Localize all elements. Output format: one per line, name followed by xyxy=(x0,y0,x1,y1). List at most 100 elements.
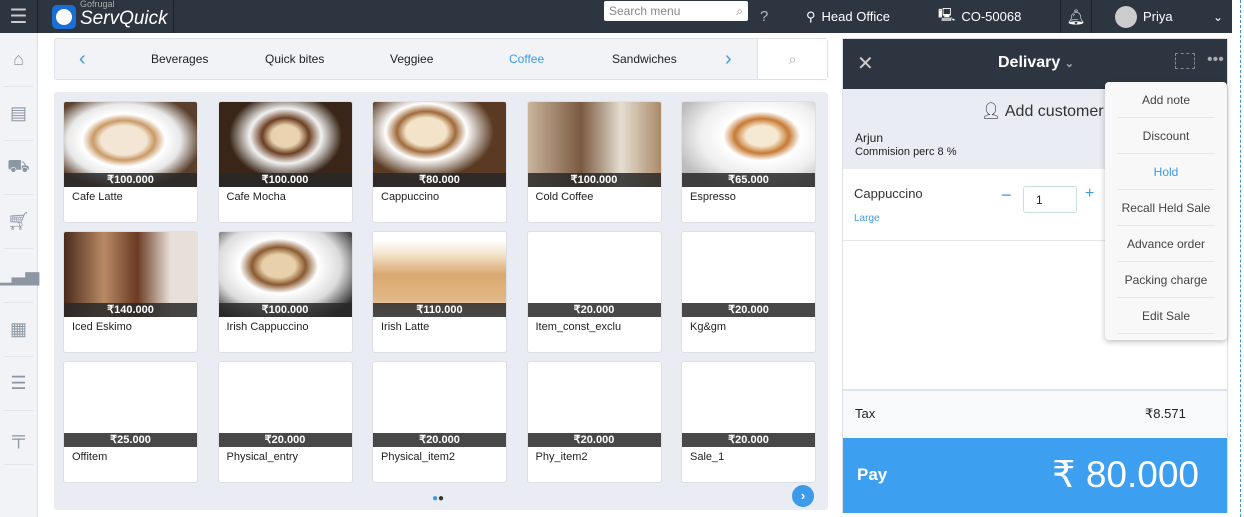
add-customer-label: Add customer xyxy=(1004,103,1104,120)
more-options-icon[interactable]: ••• xyxy=(1207,51,1224,69)
calculator-icon[interactable]: ▦ xyxy=(4,303,33,357)
line-item-name: Cappuccino xyxy=(854,186,923,201)
product-name: Sale_1 xyxy=(690,451,725,463)
tab-sandwiches[interactable]: Sandwiches xyxy=(612,52,677,66)
avatar xyxy=(1115,5,1137,28)
menu-item-advance-order[interactable]: Advance order xyxy=(1117,226,1215,262)
product-name: Cappuccino xyxy=(381,191,440,203)
product-price: ₹110.000 xyxy=(373,303,506,317)
decrease-qty-button[interactable]: − xyxy=(1001,185,1012,206)
cart-icon[interactable]: 🛒︎ xyxy=(4,195,33,249)
product-name: Phy_item2 xyxy=(535,451,588,463)
product-price: ₹20.000 xyxy=(373,433,506,447)
product-card[interactable]: ₹20.000 Physical_item2 xyxy=(372,361,507,483)
product-card[interactable]: ₹80.000 Cappuccino xyxy=(372,101,507,223)
commission-text: Commision perc 8 % xyxy=(855,146,957,158)
product-name: Irish Cappuccino xyxy=(226,321,309,333)
product-name: Physical_entry xyxy=(226,451,299,463)
counter-selector[interactable]: 🖳 CO-50068 xyxy=(938,0,1021,33)
search-icon[interactable]: ⌕ xyxy=(757,39,827,79)
increase-qty-button[interactable]: + xyxy=(1085,185,1094,203)
menu-item-add-note[interactable]: Add note xyxy=(1117,82,1215,118)
menu-item-edit-sale[interactable]: Edit Sale xyxy=(1117,298,1215,334)
pay-label: Pay xyxy=(857,465,888,484)
product-card[interactable]: ₹65.000 Espresso xyxy=(681,101,816,223)
product-name: Kg&gm xyxy=(690,321,727,333)
product-name: Offitem xyxy=(72,451,108,463)
hamburger-menu-icon[interactable]: ☰ xyxy=(0,0,38,33)
product-card[interactable]: ₹20.000 Sale_1 xyxy=(681,361,816,483)
table-icon[interactable]: ╤ xyxy=(4,411,33,465)
product-price: ₹100.000 xyxy=(218,303,352,317)
product-price: ₹25.000 xyxy=(64,433,197,447)
product-price: ₹20.000 xyxy=(527,303,661,317)
barcode-scan-icon[interactable] xyxy=(1175,53,1195,69)
tab-quick-bites[interactable]: Quick bites xyxy=(265,52,324,66)
product-card[interactable]: ₹140.000 Iced Eskimo xyxy=(63,231,198,353)
user-add-icon: 👤︎ xyxy=(981,103,1002,120)
brand-name: ServQuick xyxy=(80,7,168,29)
next-page-button[interactable]: › xyxy=(792,485,814,507)
search-placeholder: Search menu xyxy=(609,4,681,18)
tab-beverages[interactable]: Beverages xyxy=(151,52,208,66)
more-options-menu: Add note Discount Hold Recall Held Sale … xyxy=(1105,82,1227,340)
product-name: Iced Eskimo xyxy=(72,321,132,333)
logo: Gofrugal ServQuick xyxy=(52,0,174,33)
close-icon[interactable]: ✕ xyxy=(857,51,874,76)
tab-coffee[interactable]: Coffee xyxy=(509,52,544,66)
product-name: Physical_item2 xyxy=(381,451,455,463)
line-item-variant[interactable]: Large xyxy=(854,213,880,224)
product-card[interactable]: ₹100.000 Cafe Mocha xyxy=(217,101,353,223)
product-card[interactable]: ₹100.000 Cafe Latte xyxy=(63,101,198,223)
product-name: Cold Coffee xyxy=(535,191,594,203)
orders-icon[interactable]: ▤ xyxy=(4,87,33,141)
product-card[interactable]: ₹100.000 Cold Coffee xyxy=(526,101,662,223)
product-card[interactable]: ₹20.000 Physical_entry xyxy=(217,361,353,483)
product-price: ₹100.000 xyxy=(218,173,352,187)
order-type-dropdown[interactable]: Delivary ⌄ xyxy=(998,54,1074,72)
menu-item-packing-charge[interactable]: Packing charge xyxy=(1117,262,1215,298)
product-card[interactable]: ₹20.000 Item_const_exclu xyxy=(526,231,662,353)
product-price: ₹20.000 xyxy=(218,433,352,447)
add-customer-button[interactable]: 👤︎ Add customer xyxy=(981,101,1104,121)
tax-label: Tax xyxy=(855,406,876,421)
bell-icon[interactable]: 🔔︎ xyxy=(1060,0,1092,33)
chevron-down-icon[interactable]: ⌄ xyxy=(1213,0,1223,33)
product-card[interactable]: ₹20.000 Kg&gm xyxy=(681,231,816,353)
product-card[interactable]: ₹25.000 Offitem xyxy=(63,361,198,483)
product-card[interactable]: ₹110.000 Irish Latte xyxy=(372,231,507,353)
product-price: ₹20.000 xyxy=(527,433,661,447)
search-menu-input[interactable]: Search menu ⌕ xyxy=(604,1,748,21)
user-menu[interactable]: Priya xyxy=(1115,0,1173,33)
customer-name: Arjun xyxy=(855,131,884,145)
divider xyxy=(1240,0,1241,517)
product-name: Irish Latte xyxy=(381,321,430,333)
reports-icon[interactable]: ▁▃▅ xyxy=(0,249,39,303)
help-icon[interactable]: ? xyxy=(760,0,768,33)
home-icon[interactable]: ⌂ xyxy=(4,33,33,87)
product-price: ₹65.000 xyxy=(682,173,815,187)
settings-sliders-icon[interactable]: ☰ xyxy=(4,357,33,411)
chevron-left-icon[interactable]: ‹ xyxy=(79,48,86,71)
sidebar: ⌂ ▤ ⛟ 🛒︎ ▁▃▅ ▦ ☰ ╤ xyxy=(0,33,39,517)
product-price: ₹100.000 xyxy=(527,173,661,187)
order-type-label: Delivary xyxy=(998,54,1061,71)
product-price: ₹20.000 xyxy=(682,303,815,317)
page-dots[interactable]: ●● xyxy=(432,493,444,504)
product-price: ₹100.000 xyxy=(64,173,197,187)
menu-item-discount[interactable]: Discount xyxy=(1117,118,1215,154)
pay-button[interactable]: Pay ₹ 80.000 xyxy=(843,438,1227,513)
menu-item-hold[interactable]: Hold xyxy=(1117,154,1215,190)
tab-veggiee[interactable]: Veggiee xyxy=(390,52,433,66)
product-card[interactable]: ₹100.000 Irish Cappuccino xyxy=(217,231,353,353)
quantity-input[interactable]: 1 xyxy=(1023,186,1077,213)
menu-item-recall-held-sale[interactable]: Recall Held Sale xyxy=(1117,190,1215,226)
category-bar: ‹ Beverages Quick bites Veggiee Coffee S… xyxy=(54,38,828,80)
product-name: Cafe Mocha xyxy=(226,191,286,203)
location-selector[interactable]: ⚲ Head Office xyxy=(806,0,890,33)
delivery-trolley-icon[interactable]: ⛟ xyxy=(4,141,33,195)
product-card[interactable]: ₹20.000 Phy_item2 xyxy=(526,361,662,483)
user-name: Priya xyxy=(1143,9,1173,24)
computer-icon: 🖳 xyxy=(938,6,956,22)
chevron-right-icon[interactable]: › xyxy=(725,48,732,71)
